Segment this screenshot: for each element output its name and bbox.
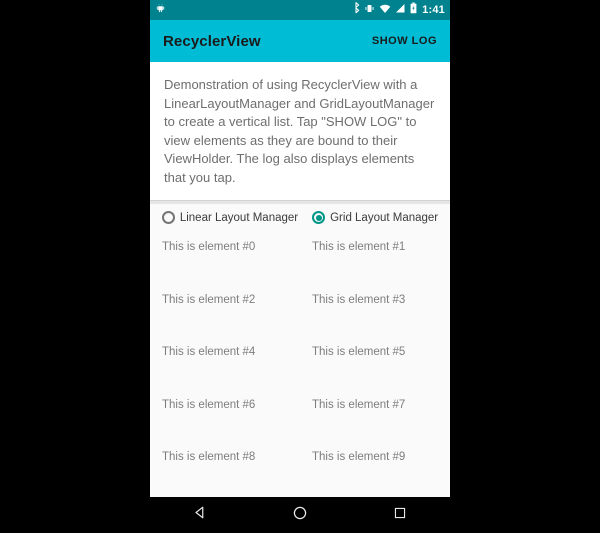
radio-button-icon-linear[interactable] [161,211,175,224]
grid-item[interactable]: This is element #4 [150,336,300,389]
vibrate-icon [364,1,375,19]
nav-back-button[interactable] [180,497,220,533]
grid-row: This is element #0 This is element #1 [150,231,450,284]
radio-label-grid: Grid Layout Manager [330,211,439,224]
cell-signal-icon [395,1,406,19]
app-title: RecyclerView [163,32,261,50]
grid-item-label: This is element #0 [162,241,256,253]
grid-item-label: This is element #8 [162,451,256,463]
nav-recents-button[interactable] [380,497,420,533]
android-navigation-bar [150,497,450,533]
grid-item-label: This is element #5 [312,346,406,358]
grid-item-label: This is element #3 [312,293,406,306]
android-robot-icon [155,1,166,19]
grid-item-label: This is element #9 [312,451,406,463]
radio-option-grid-layout-manager[interactable]: Grid Layout Manager [312,211,438,224]
grid-item-label: This is element #2 [162,293,256,306]
status-bar-system-icons: 1:41 [352,1,445,19]
grid-item[interactable]: This is element #3 [300,284,450,337]
radio-option-linear-layout-manager[interactable]: Linear Layout Manager [161,211,299,224]
battery-icon [410,1,417,19]
grid-item-label: This is element #1 [312,241,406,253]
recycler-view-grid[interactable]: This is element #0 This is element #1 Th… [150,231,450,514]
grid-item[interactable]: This is element #0 [150,231,300,284]
nav-home-button[interactable] [280,497,320,533]
description-card: Demonstration of using RecyclerView with… [150,62,450,200]
grid-row: This is element #8 This is element #9 [150,441,450,494]
back-icon [193,505,208,525]
grid-row: This is element #2 This is element #3 [150,284,450,337]
grid-item[interactable]: This is element #6 [150,389,300,442]
grid-row: This is element #4 This is element #5 [150,336,450,389]
grid-item-label: This is element #6 [162,398,256,411]
grid-row: This is element #6 This is element #7 [150,389,450,442]
grid-item[interactable]: This is element #5 [300,336,450,389]
radio-label-linear: Linear Layout Manager [179,211,299,224]
grid-item[interactable]: This is element #7 [300,389,450,442]
grid-item[interactable]: This is element #8 [150,441,300,494]
screenshot-root: 1:41 RecyclerView SHOW LOG Demonstration… [0,0,600,533]
grid-item-label: This is element #7 [312,398,406,411]
status-bar-clock: 1:41 [422,4,445,16]
wifi-icon [379,1,391,19]
grid-item-label: This is element #4 [162,346,256,358]
layout-manager-radio-group: Linear Layout Manager Grid Layout Manage… [150,204,450,231]
bluetooth-icon [352,1,360,19]
app-bar: RecyclerView SHOW LOG [150,20,450,62]
radio-button-icon-grid[interactable] [312,211,326,224]
description-text: Demonstration of using RecyclerView with… [164,77,435,185]
grid-item[interactable]: This is element #2 [150,284,300,337]
home-icon [292,505,308,526]
show-log-button[interactable]: SHOW LOG [372,35,437,47]
status-bar-notifications [155,1,352,19]
grid-item[interactable]: This is element #1 [300,231,450,284]
phone-screen: 1:41 RecyclerView SHOW LOG Demonstration… [150,0,450,533]
recents-icon [393,506,407,525]
grid-item[interactable]: This is element #9 [300,441,450,494]
status-bar: 1:41 [150,0,450,20]
